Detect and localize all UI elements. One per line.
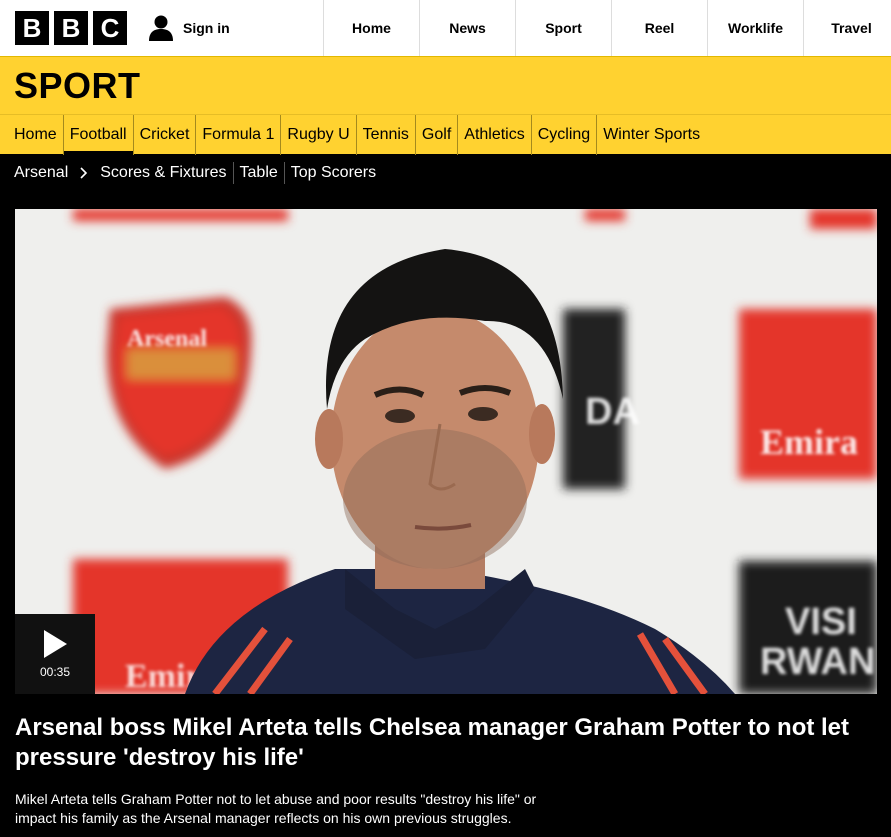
sport-nav: Home Football Cricket Formula 1 Rugby U … xyxy=(0,114,891,155)
sub-nav-top-scorers[interactable]: Top Scorers xyxy=(285,163,382,183)
sport-nav-home[interactable]: Home xyxy=(8,114,64,155)
article-headline[interactable]: Arsenal boss Mikel Arteta tells Chelsea … xyxy=(15,713,877,773)
bbc-logo-letter: C xyxy=(93,11,127,45)
sport-header: SPORT xyxy=(0,56,891,114)
sport-nav-football[interactable]: Football xyxy=(63,114,134,155)
sport-nav-cycling[interactable]: Cycling xyxy=(532,114,598,155)
top-nav-travel[interactable]: Travel xyxy=(803,0,891,56)
rwanda-board-text: RWAN xyxy=(760,641,875,683)
play-icon xyxy=(44,630,67,658)
bbc-logo[interactable]: B B C xyxy=(15,11,127,45)
sport-nav-formula-1[interactable]: Formula 1 xyxy=(196,114,282,155)
top-nav-reel[interactable]: Reel xyxy=(611,0,707,56)
chevron-right-icon xyxy=(80,167,88,179)
user-icon xyxy=(149,15,173,41)
bbc-logo-letter: B xyxy=(54,11,88,45)
visit-board-text: VISI xyxy=(785,601,857,643)
sport-nav-cricket[interactable]: Cricket xyxy=(134,114,197,155)
top-nav: Home News Sport Reel Worklife Travel xyxy=(323,0,891,56)
bbc-logo-letter: B xyxy=(15,11,49,45)
hero-video-image: Arsenal DA Emira Emir VISI RWAN xyxy=(15,209,877,694)
emirates-board-text: Emira xyxy=(760,422,858,462)
sport-nav-winter-sports[interactable]: Winter Sports xyxy=(597,115,706,155)
da-board-text: DA xyxy=(585,391,640,433)
top-nav-sport[interactable]: Sport xyxy=(515,0,611,56)
sub-nav-table[interactable]: Table xyxy=(234,163,284,183)
bbc-masthead: B B C Sign in Home News Sport Reel Workl… xyxy=(0,0,891,56)
sub-nav-arsenal[interactable]: Arsenal xyxy=(14,163,74,183)
arsenal-board-text: Arsenal xyxy=(127,326,207,352)
hero-video[interactable]: Arsenal DA Emira Emir VISI RWAN 00:35 xyxy=(15,209,877,694)
video-play-button[interactable]: 00:35 xyxy=(15,614,95,694)
top-nav-home[interactable]: Home xyxy=(323,0,419,56)
sport-nav-rugby-union[interactable]: Rugby U xyxy=(281,114,357,155)
sport-nav-golf[interactable]: Golf xyxy=(416,114,459,155)
sport-title[interactable]: SPORT xyxy=(14,65,141,107)
top-nav-worklife[interactable]: Worklife xyxy=(707,0,803,56)
sign-in-link[interactable]: Sign in xyxy=(149,0,244,56)
sub-nav-scores-fixtures[interactable]: Scores & Fixtures xyxy=(94,163,232,183)
sport-nav-tennis[interactable]: Tennis xyxy=(357,114,416,155)
sign-in-label: Sign in xyxy=(183,20,230,36)
sport-nav-athletics[interactable]: Athletics xyxy=(458,114,532,155)
football-sub-nav: Arsenal Scores & Fixtures Table Top Scor… xyxy=(0,154,891,192)
video-duration: 00:35 xyxy=(39,665,71,679)
article-summary: Mikel Arteta tells Graham Potter not to … xyxy=(15,791,537,826)
top-nav-news[interactable]: News xyxy=(419,0,515,56)
